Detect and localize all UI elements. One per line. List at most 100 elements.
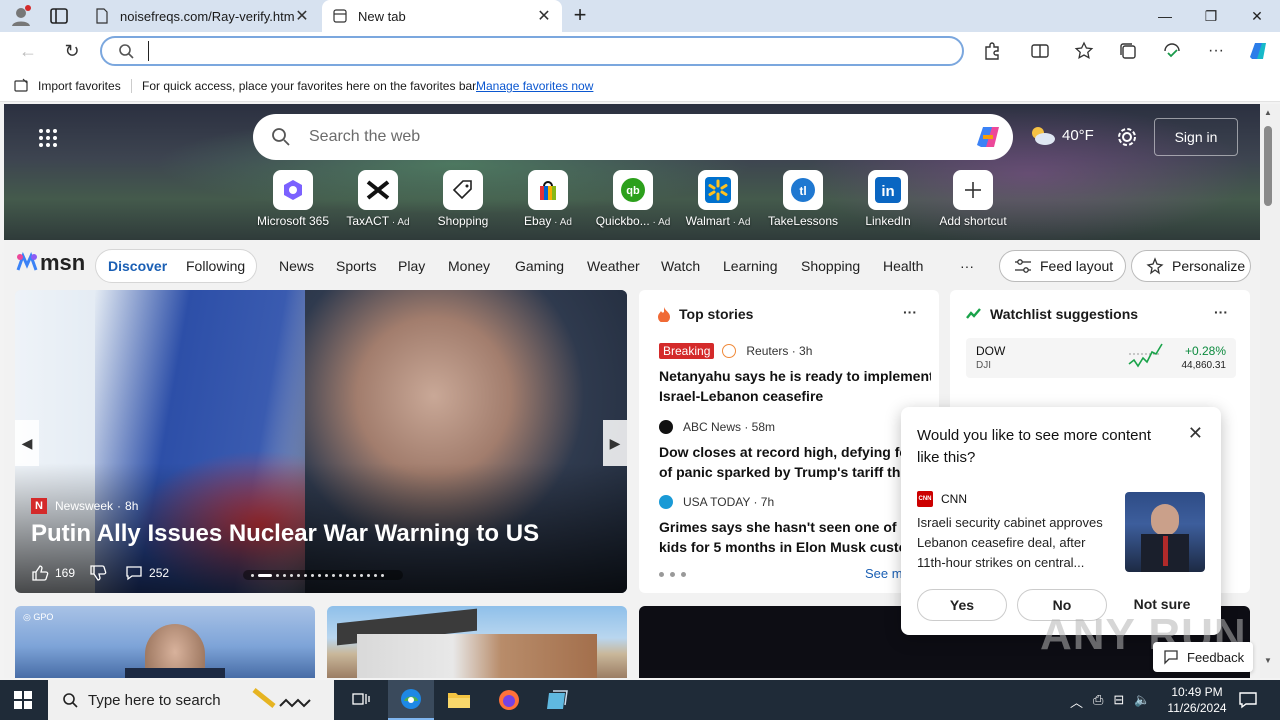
weather-widget[interactable]: 40°F	[1028, 124, 1094, 146]
scroll-down-arrow[interactable]: ▼	[1264, 656, 1272, 665]
hero-carousel[interactable]: ◀ ▶ N Newsweek · 8h Putin Ally Issues Nu…	[15, 290, 627, 593]
feedback-button[interactable]: Feedback	[1153, 642, 1253, 672]
tab-actions-icon[interactable]	[48, 6, 70, 26]
close-tab-icon[interactable]: ✕	[294, 6, 310, 26]
taskbar-edge[interactable]	[388, 680, 434, 720]
copilot-icon[interactable]	[973, 123, 1003, 151]
manage-favorites-link[interactable]: Manage favorites now	[476, 79, 593, 93]
stock-index: DJI	[976, 360, 991, 371]
thumbs-up-icon[interactable]	[31, 564, 49, 582]
settings-menu-button[interactable]: ···	[1204, 40, 1228, 62]
new-tab-button[interactable]: +	[568, 4, 592, 28]
nav-learning[interactable]: Learning	[723, 258, 778, 274]
collections-icon[interactable]	[1118, 41, 1138, 61]
network-icon[interactable]: ⊟	[1113, 692, 1124, 711]
nav-more-button[interactable]: ···	[960, 258, 974, 274]
source-name: Newsweek	[55, 499, 114, 513]
stock-row-dow[interactable]: DOW DJI +0.28% 44,860.31	[966, 338, 1236, 378]
sign-in-button[interactable]: Sign in	[1154, 118, 1238, 156]
top-stories-more-button[interactable]: ···	[903, 304, 917, 320]
story-item[interactable]: ABC News · 58m Dow closes at record high…	[659, 418, 931, 482]
watchlist-title: Watchlist suggestions	[990, 306, 1139, 322]
taskbar-search-placeholder: Type here to search	[88, 691, 221, 709]
scrollbar-thumb[interactable]	[1264, 126, 1272, 206]
refresh-button[interactable]: ↻	[60, 40, 84, 62]
copilot-icon[interactable]	[1246, 39, 1270, 63]
windows-start-icon[interactable]	[14, 691, 32, 709]
nav-gaming[interactable]: Gaming	[515, 258, 564, 274]
news-card[interactable]: ◎ GPO	[15, 606, 315, 678]
app-launcher-icon[interactable]	[38, 128, 58, 148]
back-button[interactable]: ←	[16, 40, 40, 62]
extensions-icon[interactable]	[982, 41, 1002, 61]
restore-button[interactable]: ❐	[1188, 0, 1234, 32]
close-icon[interactable]: ✕	[1188, 423, 1203, 444]
weather-temperature: 40°F	[1062, 126, 1094, 144]
shortcut-walmart[interactable]: Walmart · Ad	[676, 170, 760, 228]
nav-money[interactable]: Money	[448, 258, 490, 274]
shortcut-takelessons[interactable]: tl TakeLessons	[761, 170, 845, 228]
personalize-button[interactable]: Personalize	[1131, 250, 1251, 282]
top-stories-pagination[interactable]	[659, 572, 686, 577]
story-item[interactable]: Breaking Reuters · 3h Netanyahu says he …	[659, 342, 931, 406]
nav-news[interactable]: News	[279, 258, 314, 274]
msn-wordmark: msn	[40, 250, 86, 275]
device-icon[interactable]: ⎙	[1093, 692, 1103, 711]
close-tab-icon[interactable]: ✕	[536, 6, 552, 26]
shortcut-shopping[interactable]: Shopping	[421, 170, 505, 228]
comment-icon[interactable]	[125, 564, 143, 582]
profile-icon[interactable]	[10, 5, 32, 27]
article-headline[interactable]: Putin Ally Issues Nuclear War Warning to…	[31, 520, 539, 548]
tab-following[interactable]: Following	[186, 258, 245, 274]
shortcut-ebay[interactable]: Ebay · Ad	[506, 170, 590, 228]
carousel-prev-button[interactable]: ◀	[15, 420, 39, 466]
split-screen-icon[interactable]	[1030, 41, 1050, 61]
taskbar-app[interactable]	[534, 680, 580, 720]
carousel-pagination[interactable]	[243, 570, 403, 580]
scroll-up-arrow[interactable]: ▲	[1264, 108, 1272, 117]
notification-icon[interactable]	[1238, 690, 1258, 710]
nav-health[interactable]: Health	[883, 258, 923, 274]
tab-new-tab[interactable]: New tab ✕	[322, 0, 562, 32]
carousel-next-button[interactable]: ▶	[603, 420, 627, 466]
tab-discover[interactable]: Discover	[108, 258, 167, 274]
news-card[interactable]	[327, 606, 627, 678]
page-scrollbar[interactable]: ▲ ▼	[1260, 104, 1280, 678]
minimize-button[interactable]: —	[1142, 0, 1188, 32]
yes-button[interactable]: Yes	[917, 589, 1007, 621]
address-bar[interactable]	[100, 36, 964, 66]
web-search-box[interactable]: Search the web	[253, 114, 1013, 160]
watchlist-more-button[interactable]: ···	[1214, 304, 1228, 320]
story-item[interactable]: USA TODAY · 7h Grimes says she hasn't se…	[659, 493, 931, 557]
browser-essentials-icon[interactable]	[1162, 41, 1182, 61]
nav-watch[interactable]: Watch	[661, 258, 700, 274]
nav-weather[interactable]: Weather	[587, 258, 640, 274]
nav-play[interactable]: Play	[398, 258, 425, 274]
msn-logo[interactable]: msn	[16, 250, 85, 276]
nav-shopping[interactable]: Shopping	[801, 258, 860, 274]
gear-icon[interactable]	[1116, 126, 1138, 148]
thumbs-down-icon[interactable]	[89, 564, 107, 582]
see-more-link[interactable]: See m	[865, 566, 903, 581]
import-favorites-button[interactable]: Import favorites	[14, 78, 121, 94]
shortcut-taxact[interactable]: TaxACT · Ad	[336, 170, 420, 228]
address-input[interactable]	[148, 41, 928, 61]
title-bar: noisefreqs.com/Ray-verify.html ✕ New tab…	[0, 0, 1280, 32]
taskbar-clock[interactable]: 10:49 PM 11/26/2024	[1160, 684, 1234, 716]
task-view-button[interactable]	[338, 680, 384, 720]
favorites-icon[interactable]	[1074, 41, 1094, 61]
shortcut-linkedin[interactable]: in LinkedIn	[846, 170, 930, 228]
shortcut-microsoft-365[interactable]: Microsoft 365	[251, 170, 335, 228]
add-shortcut-button[interactable]: Add shortcut	[931, 170, 1015, 228]
close-window-button[interactable]: ✕	[1234, 0, 1280, 32]
chevron-up-icon[interactable]: ︿	[1070, 692, 1083, 711]
volume-icon[interactable]: 🔈	[1134, 692, 1150, 711]
nav-sports[interactable]: Sports	[336, 258, 376, 274]
shortcut-quickbooks[interactable]: qb Quickbo... · Ad	[591, 170, 675, 228]
taskbar-firefox[interactable]	[486, 680, 532, 720]
taskbar-search[interactable]: Type here to search	[48, 680, 334, 720]
feed-layout-button[interactable]: Feed layout	[999, 250, 1126, 282]
tab-noisefreqs[interactable]: noisefreqs.com/Ray-verify.html ✕	[84, 0, 320, 32]
taskbar-file-explorer[interactable]	[436, 680, 482, 720]
popup-headline[interactable]: Israeli security cabinet approves Lebano…	[917, 513, 1113, 573]
